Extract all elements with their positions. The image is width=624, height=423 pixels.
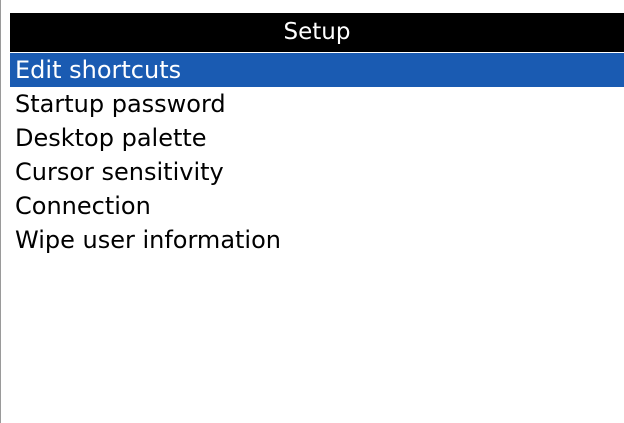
menu-item-edit-shortcuts[interactable]: Edit shortcuts: [10, 53, 624, 87]
menu-item-connection[interactable]: Connection: [10, 189, 624, 223]
menu-item-desktop-palette[interactable]: Desktop palette: [10, 121, 624, 155]
screen-border: [0, 0, 1, 423]
menu-item-wipe-user-information[interactable]: Wipe user information: [10, 223, 624, 257]
setup-menu-list: Edit shortcuts Startup password Desktop …: [10, 53, 624, 257]
menu-item-cursor-sensitivity[interactable]: Cursor sensitivity: [10, 155, 624, 189]
setup-screen: Setup Edit shortcuts Startup password De…: [0, 0, 624, 423]
menu-item-startup-password[interactable]: Startup password: [10, 87, 624, 121]
title-bar: Setup: [10, 13, 624, 52]
